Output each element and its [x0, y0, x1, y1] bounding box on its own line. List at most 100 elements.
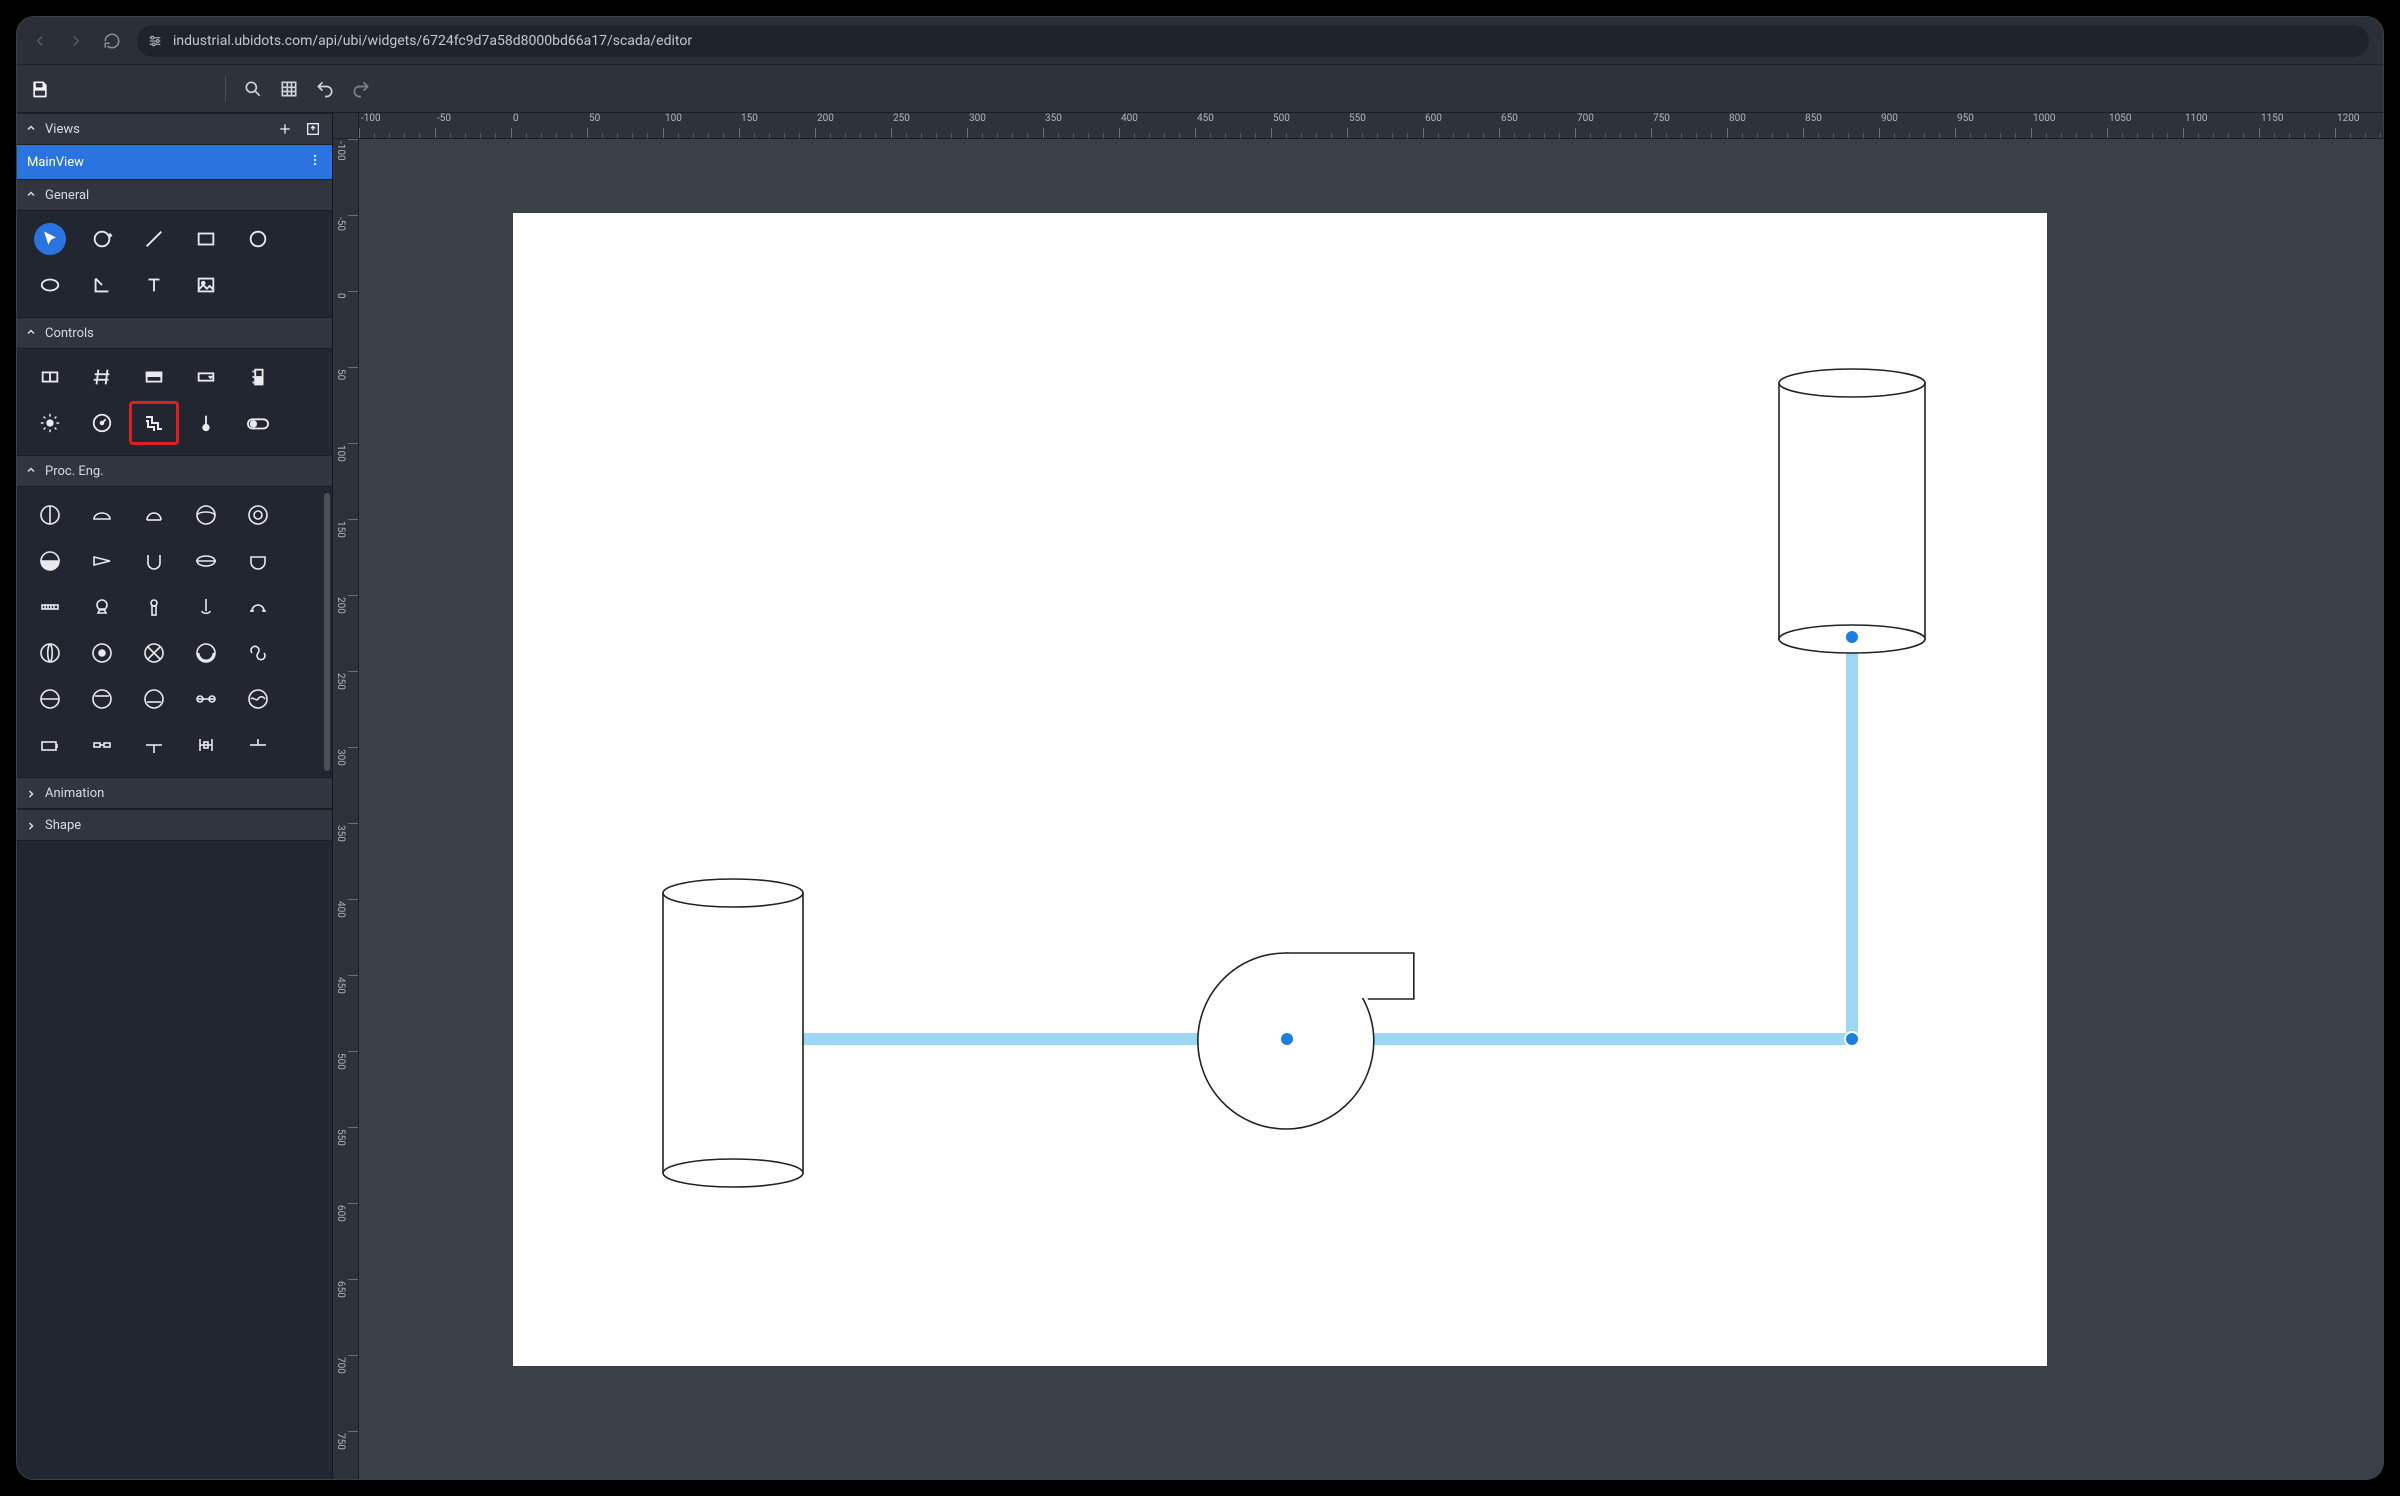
chevron-up-icon [25, 326, 39, 340]
tool-pe-ring1[interactable] [25, 677, 75, 721]
tool-pe-cap[interactable] [77, 493, 127, 537]
tool-pe-pumpstand[interactable] [77, 585, 127, 629]
tool-circle[interactable] [233, 217, 283, 261]
general-tools [17, 211, 332, 317]
tool-pe-dome[interactable] [129, 493, 179, 537]
tool-led[interactable] [25, 401, 75, 445]
tool-pe-circle-split[interactable] [25, 493, 75, 537]
tool-pe-valve[interactable] [233, 723, 283, 767]
app-toolbar [17, 65, 2383, 113]
tool-orbit[interactable] [77, 217, 127, 261]
tool-ellipse[interactable] [25, 263, 75, 307]
ruler-horizontal: -100-50050100150200250300350400450500550… [359, 113, 2383, 139]
tool-gauge[interactable] [77, 401, 127, 445]
tool-pe-inline[interactable] [181, 539, 231, 583]
tool-rect[interactable] [181, 217, 231, 261]
forward-icon[interactable] [67, 32, 85, 50]
tool-pe-ring3[interactable] [129, 677, 179, 721]
app-window: industrial.ubidots.com/api/ubi/widgets/6… [16, 16, 2384, 1480]
tool-panel[interactable] [129, 355, 179, 399]
controls-label: Controls [45, 326, 94, 341]
add-view-button[interactable] [274, 118, 296, 140]
tool-pe-hook[interactable] [181, 585, 231, 629]
shape-label: Shape [45, 818, 81, 833]
animation-header[interactable]: Animation [17, 777, 332, 809]
tool-image[interactable] [181, 263, 231, 307]
tool-thermo[interactable] [181, 401, 231, 445]
canvas-area: -100-50050100150200250300350400450500550… [333, 113, 2383, 1479]
tool-pipe[interactable] [129, 401, 179, 445]
tool-pe-arc[interactable] [181, 631, 231, 675]
chevron-down-icon [25, 818, 39, 832]
toolbar-divider [225, 76, 226, 102]
proc-eng-label: Proc. Eng. [45, 464, 104, 479]
tool-pe-fan[interactable] [25, 631, 75, 675]
tank-left[interactable] [663, 879, 803, 1187]
tank-right[interactable] [1779, 369, 1925, 653]
proc-eng-header[interactable]: Proc. Eng. [17, 455, 332, 487]
tool-pe-triangle[interactable] [77, 539, 127, 583]
tool-pe-tee[interactable] [129, 723, 179, 767]
views-header[interactable]: Views [17, 113, 332, 145]
tool-pe-tower[interactable] [129, 585, 179, 629]
tool-text[interactable] [129, 263, 179, 307]
tool-path[interactable] [77, 263, 127, 307]
tool-pe-globe[interactable] [181, 493, 231, 537]
canvas-page[interactable] [513, 213, 2047, 1366]
tool-pe-compass[interactable] [129, 631, 179, 675]
tool-pe-infinity[interactable] [233, 631, 283, 675]
proc-eng-tools-wrap [17, 487, 332, 777]
tool-cell[interactable] [25, 355, 75, 399]
scada-editor: Views MainView General [17, 65, 2383, 1479]
proc-eng-tools[interactable] [17, 487, 332, 777]
redo-button[interactable] [346, 74, 376, 104]
pipe-node[interactable] [1280, 1032, 1294, 1046]
tool-pe-orb[interactable] [77, 631, 127, 675]
save-button[interactable] [25, 74, 55, 104]
pipe-node[interactable] [1845, 630, 1859, 644]
tool-tank[interactable] [233, 355, 283, 399]
controls-header[interactable]: Controls [17, 317, 332, 349]
tool-pe-joint[interactable] [77, 723, 127, 767]
tool-pointer[interactable] [34, 223, 66, 255]
tool-pe-grille[interactable] [25, 585, 75, 629]
general-header[interactable]: General [17, 179, 332, 211]
tool-pe-ring2[interactable] [77, 677, 127, 721]
tool-toggle[interactable] [233, 401, 283, 445]
app-body: Views MainView General [17, 113, 2383, 1479]
import-view-button[interactable] [302, 118, 324, 140]
grid-button[interactable] [274, 74, 304, 104]
undo-button[interactable] [310, 74, 340, 104]
controls-tools [17, 349, 332, 455]
general-label: General [45, 188, 89, 203]
ruler-vertical: -100-50050100150200250300350400450500550… [333, 139, 359, 1479]
canvas-svg[interactable] [513, 213, 2047, 1366]
browser-bar: industrial.ubidots.com/api/ubi/widgets/6… [17, 17, 2383, 65]
workspace[interactable] [359, 139, 2383, 1479]
chevron-up-icon [25, 122, 39, 136]
view-item-menu-icon[interactable] [308, 153, 322, 171]
tool-pe-wavecircle[interactable] [233, 677, 283, 721]
tool-pe-cupcap[interactable] [233, 539, 283, 583]
tool-hash[interactable] [77, 355, 127, 399]
tool-pe-doublecircle[interactable] [233, 493, 283, 537]
tool-pe-hbar[interactable] [181, 723, 231, 767]
ruler-corner [333, 113, 359, 139]
tool-line[interactable] [129, 217, 179, 261]
zoom-button[interactable] [238, 74, 268, 104]
tool-pe-ushape[interactable] [129, 539, 179, 583]
back-icon[interactable] [31, 32, 49, 50]
shape-header[interactable]: Shape [17, 809, 332, 841]
site-settings-icon[interactable] [147, 33, 163, 49]
tool-pe-halfcircle[interactable] [25, 539, 75, 583]
address-bar[interactable]: industrial.ubidots.com/api/ubi/widgets/6… [137, 25, 2369, 57]
view-item-mainview[interactable]: MainView [17, 145, 332, 179]
tool-pe-dumbbell[interactable] [181, 677, 231, 721]
reload-icon[interactable] [103, 32, 121, 50]
tool-pe-battery[interactable] [25, 723, 75, 767]
pipe-node[interactable] [1845, 1032, 1859, 1046]
animation-label: Animation [45, 786, 104, 801]
tool-dropdown[interactable] [181, 355, 231, 399]
url-text: industrial.ubidots.com/api/ubi/widgets/6… [173, 33, 692, 49]
tool-pe-omega[interactable] [233, 585, 283, 629]
